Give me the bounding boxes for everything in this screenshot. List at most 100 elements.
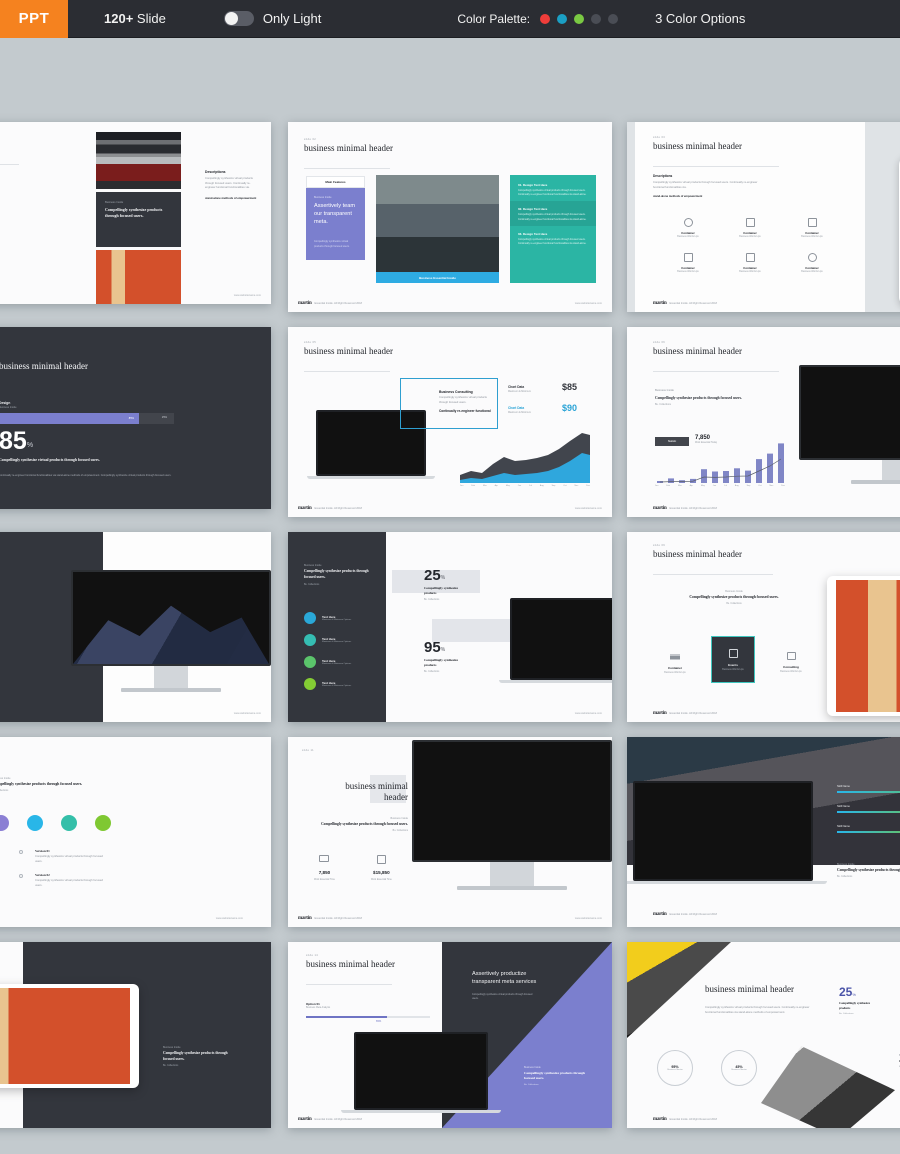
slide-01-dark-card: Business Inside Compellingly synthesize … [96, 192, 181, 247]
slide-13-dark-sub: Bu. Collections [163, 1064, 179, 1067]
slide-02-purple-text: Compellingly synthesize virtual products… [314, 240, 350, 248]
slide-03-panel: slide 03 business minimal header Descrip… [635, 122, 865, 312]
slide-03-icon-item-4[interactable]: Container Business Words Lips [657, 253, 719, 273]
slide-07-canvas: Assertively productize transparent meta … [0, 532, 271, 722]
laptop-base [499, 680, 612, 683]
slide-14-purple-headline: Compellingly synthesize products through… [524, 1071, 586, 1081]
slide-thumbnail-07[interactable]: Assertively productize transparent meta … [0, 532, 271, 722]
slide-thumbnail-09[interactable]: slide 09 business minimal header Busines… [627, 532, 900, 722]
slide-13-dark-headline: Compellingly synthesize products through… [163, 1051, 228, 1061]
slide-01-block2-text: Compellingly synthesize virtual products… [0, 239, 1, 244]
slide-08-list-item-3[interactable]: Text Here Maximum & Minimum Options [304, 655, 370, 668]
slide-12-sub: Bu. Collections [837, 875, 853, 878]
display-icon[interactable] [61, 815, 77, 831]
slide-14-canvas: slide 14 business minimal header Option … [288, 942, 612, 1128]
cloud-icon [807, 253, 817, 262]
slide-04-progress-fill: 85% [0, 413, 139, 424]
slide-05-brand: martin [298, 506, 312, 511]
slide-thumbnail-14[interactable]: slide 14 business minimal header Option … [288, 942, 612, 1128]
slide-08-list-item-2[interactable]: Text Here Maximum & Minimum Options [304, 633, 370, 646]
slide-05-kicker: slide 05 [304, 341, 317, 344]
slide-03-icon-item-1[interactable]: Container Business Words Lips [657, 218, 719, 238]
slide-14-purple-kicker: Business Inside [524, 1066, 541, 1069]
slide-thumbnail-03[interactable]: slide 03 business minimal header Descrip… [627, 122, 900, 312]
sync-icon[interactable] [95, 815, 111, 831]
slide-09-card-1[interactable]: Container Business Words Lips [653, 636, 697, 674]
slide-06-rule [653, 371, 779, 372]
slide-03-icon-item-2[interactable]: Container Business Words Lips [719, 218, 781, 238]
palette-swatch-1[interactable] [540, 13, 551, 24]
chat-icon[interactable] [27, 815, 43, 831]
slide-03-icon-sub-2: Business Words Lips [739, 236, 761, 238]
slide-08-dark-panel: Business Inside Compellingly synthesize … [288, 532, 386, 722]
slide-thumbnail-06[interactable]: slide 06 business minimal header Busines… [627, 327, 900, 517]
slide-03-desc-text: Compellingly synthesize virtual products… [653, 181, 758, 189]
slide-02-footer: martin Essential Inside. All Right Reser… [298, 301, 362, 306]
slide-02-teal-text-2: Compellingly synthesize virtual products… [518, 213, 587, 221]
slide-12-footer-text: Essential Inside. All Right Reserved 201… [669, 913, 717, 916]
slide-05-callout-box: Business Consulting Compellingly synthes… [400, 378, 498, 429]
slide-03-icon-sub-5: Business Words Lips [739, 271, 761, 273]
bullet-icon [19, 874, 23, 878]
palette-swatch-2[interactable] [557, 13, 568, 24]
slide-11-url: www.websitename.com [574, 917, 602, 920]
slide-01-rule [0, 164, 19, 165]
slide-count-suffix: Slide [133, 11, 166, 26]
slide-thumbnail-13[interactable]: business minimal header Text HereMaximum… [0, 942, 271, 1128]
slide-03-icon-label-5: Container [743, 266, 757, 270]
slide-11-footer-text: Essential Inside. All Right Reserved 201… [314, 917, 362, 920]
slide-09-card-2[interactable]: Events Business Words Lips [711, 636, 755, 683]
slide-15-donut-2: 45% Business Master [721, 1050, 757, 1086]
slide-thumbnail-02[interactable]: slide 02 business minimal header Main Fe… [288, 122, 612, 312]
only-light-toggle[interactable] [223, 11, 254, 26]
slide-13-tablet-screen [0, 988, 130, 1084]
slide-09-canvas: slide 09 business minimal header Busines… [627, 532, 900, 722]
slide-09-card-3[interactable]: Consulting Business Words Lips [769, 636, 813, 673]
slide-14-kicker: slide 14 [306, 954, 319, 957]
image-icon [745, 253, 755, 262]
slide-14-diag-headline: Assertively productize transparent meta … [472, 971, 537, 986]
slide-08-stat-2: 95 % Compellingly synthesize products Bu… [424, 639, 458, 674]
toggle-knob [224, 12, 238, 25]
palette-swatch-3[interactable] [574, 13, 585, 24]
slide-thumbnail-15[interactable]: business minimal header Compellingly syn… [627, 942, 900, 1128]
slide-06-footer: martin Essential Inside. All Right Reser… [653, 506, 717, 511]
slide-04-big-number-suffix: % [26, 442, 34, 449]
slide-09-tablet-mockup [827, 576, 900, 716]
slide-15-title: business minimal header [705, 984, 794, 994]
refresh-icon[interactable] [0, 815, 9, 831]
slide-15-photo-bw [761, 1046, 895, 1128]
slide-thumbnail-01[interactable]: slide 01 business minimal header Busines… [0, 122, 271, 304]
slide-12-skills: Skill Name 85% Skill Name 70% Skill Name [837, 785, 900, 833]
laptop-base [627, 881, 827, 884]
slide-thumbnail-04[interactable]: business minimal header Design Business … [0, 327, 271, 509]
slide-thumbnail-08[interactable]: Business Inside Compellingly synthesize … [288, 532, 612, 722]
slide-08-list-item-4[interactable]: Text Here Maximum & Minimum Options [304, 677, 370, 690]
slide-thumbnail-05[interactable]: slide 05 business minimal header Busines… [288, 327, 612, 517]
slide-thumbnail-10[interactable]: business minimal header Business Inside … [0, 737, 271, 927]
slide-09-center-kicker: Business Inside [725, 590, 743, 593]
slide-thumbnail-12[interactable]: Skill Name 85% Skill Name 70% Skill Name [627, 737, 900, 927]
slide-02-brand: martin [298, 301, 312, 306]
slide-03-icon-item-5[interactable]: Container Business Words Lips [719, 253, 781, 273]
slide-05-callout-bold: Continually re-engineer functional [439, 409, 491, 414]
slide-14-footer: martin Essential Inside. All Right Reser… [298, 1117, 362, 1122]
palette-swatch-4[interactable] [591, 13, 602, 24]
palette-swatch-5[interactable] [608, 13, 619, 24]
slide-06-bar-chart [657, 443, 784, 483]
slide-12-footer: martin Essential Inside. All Right Reser… [653, 912, 717, 917]
slide-07-imac-screen [71, 570, 271, 666]
slide-05-area-chart [460, 433, 590, 483]
slide-03-icon-item-3[interactable]: Container Business Words Lips [781, 218, 843, 238]
only-light-toggle-group[interactable]: Only Light [223, 11, 321, 26]
slide-02-teal-item-1: 01. Design Text Here Compellingly synthe… [510, 175, 596, 201]
slide-09-brand: martin [653, 711, 667, 716]
slide-11-imac-screen [412, 740, 612, 862]
slide-12-skill-3: Skill Name 60% [837, 825, 900, 833]
slide-08-laptop-mockup [499, 598, 612, 683]
slide-thumbnail-11[interactable]: slide 11 business minimal header Busines… [288, 737, 612, 927]
slide-thumbnail-grid: slide 01 business minimal header Busines… [0, 38, 900, 1154]
slide-04-progress-value-1: 85% [128, 417, 134, 420]
slide-08-list-item-1[interactable]: Text Here Maximum & Minimum Options [304, 611, 370, 624]
slide-03-icon-item-6[interactable]: Container Business Words Lips [781, 253, 843, 273]
